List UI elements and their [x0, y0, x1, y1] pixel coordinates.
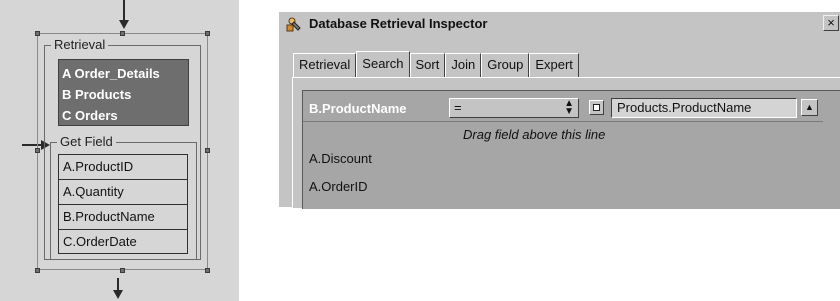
available-field[interactable]: A.Discount: [309, 151, 372, 167]
table-item[interactable]: B Products: [62, 84, 188, 105]
retrieval-group-label: Retrieval: [51, 38, 109, 52]
resize-handle[interactable]: [35, 31, 40, 36]
arrow-down-icon: [113, 290, 123, 299]
checkbox-box-icon: [593, 104, 600, 111]
available-field[interactable]: A.OrderID: [309, 179, 368, 195]
title-bar[interactable]: Database Retrieval Inspector ×: [279, 12, 840, 35]
resize-handle[interactable]: [205, 268, 210, 273]
resize-handle[interactable]: [35, 148, 40, 153]
resize-handle[interactable]: [205, 148, 210, 153]
process-canvas: Retrieval A Order_Details B Products C O…: [0, 0, 239, 301]
resize-handle[interactable]: [205, 31, 210, 36]
tab-search[interactable]: Search: [356, 51, 410, 77]
app-icon: [285, 15, 303, 33]
close-button[interactable]: ×: [823, 15, 839, 31]
tab-group[interactable]: Group: [481, 53, 530, 77]
search-panel: B.ProductName = ▲ ▼ Products.ProductName …: [292, 77, 840, 209]
resize-handle[interactable]: [120, 31, 125, 36]
table-item[interactable]: C Orders: [62, 105, 188, 126]
table-item[interactable]: A Order_Details: [62, 63, 188, 84]
tab-join[interactable]: Join: [445, 53, 482, 77]
tables-list[interactable]: A Order_Details B Products C Orders: [58, 59, 189, 126]
incoming-connector: [123, 0, 125, 22]
field-item[interactable]: A.Quantity: [59, 180, 187, 205]
field-item[interactable]: C.OrderDate: [59, 230, 187, 255]
tab-bar: Retrieval Search Sort Join Group Expert: [293, 51, 579, 77]
drag-hint: Drag field above this line: [463, 127, 606, 142]
resize-handle[interactable]: [35, 268, 40, 273]
get-field-group-label: Get Field: [57, 135, 116, 149]
scroll-up-button[interactable]: ▲: [801, 99, 818, 116]
dialog-title: Database Retrieval Inspector: [309, 16, 488, 31]
resize-handle[interactable]: [120, 268, 125, 273]
operator-select[interactable]: = ▲ ▼: [449, 98, 579, 118]
criteria-field-label[interactable]: B.ProductName: [309, 99, 447, 119]
field-item[interactable]: A.ProductID: [59, 155, 187, 180]
inspector-dialog: Database Retrieval Inspector × Retrieval…: [278, 11, 840, 209]
criteria-grid: B.ProductName = ▲ ▼ Products.ProductName …: [302, 90, 840, 209]
tab-sort[interactable]: Sort: [409, 53, 446, 77]
tab-expert[interactable]: Expert: [529, 53, 579, 77]
criteria-divider: [303, 121, 823, 122]
criteria-checkbox[interactable]: [589, 100, 604, 115]
arrow-down-icon: [119, 20, 129, 29]
field-item[interactable]: B.ProductName: [59, 205, 187, 230]
tab-retrieval[interactable]: Retrieval: [293, 53, 357, 77]
operator-value: =: [454, 100, 462, 115]
criteria-value-field[interactable]: Products.ProductName: [611, 98, 797, 118]
fields-list[interactable]: A.ProductID A.Quantity B.ProductName C.O…: [58, 154, 188, 254]
spinner-arrows-icon: ▲ ▼: [564, 98, 574, 117]
